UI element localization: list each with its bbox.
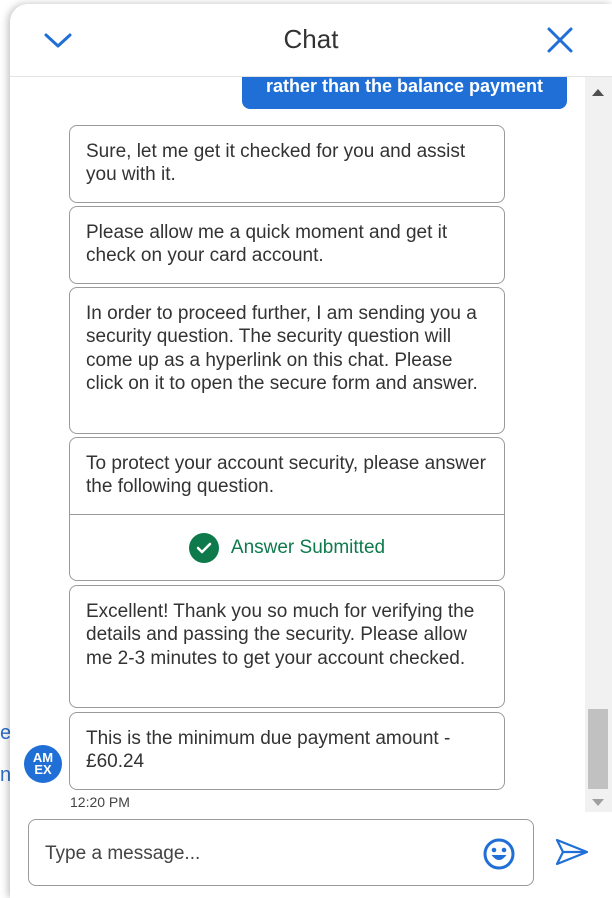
chat-window: Chat rather than the balance payment Sur… bbox=[10, 4, 612, 898]
agent-message: Sure, let me get it checked for you and … bbox=[69, 125, 505, 203]
message-input[interactable] bbox=[43, 840, 467, 868]
close-icon bbox=[547, 27, 573, 53]
agent-message: Please allow me a quick moment and get i… bbox=[69, 206, 505, 284]
scroll-down-arrow-icon[interactable] bbox=[592, 799, 604, 806]
checkmark-icon bbox=[188, 532, 219, 563]
send-icon bbox=[555, 838, 589, 866]
emoji-button[interactable] bbox=[483, 838, 515, 870]
security-prompt: To protect your account security, please… bbox=[70, 438, 504, 515]
avatar: AM EX bbox=[24, 745, 62, 783]
agent-message: In order to proceed further, I am sendin… bbox=[69, 287, 505, 434]
message-composer bbox=[28, 819, 534, 886]
user-message: rather than the balance payment bbox=[242, 77, 567, 109]
close-button[interactable] bbox=[540, 20, 580, 60]
smiley-icon bbox=[483, 838, 515, 870]
chat-title: Chat bbox=[283, 24, 339, 54]
scroll-up-arrow-icon[interactable] bbox=[592, 89, 604, 96]
chat-header: Chat bbox=[10, 4, 612, 77]
chat-scrollbar[interactable] bbox=[585, 77, 612, 812]
agent-message: This is the minimum due payment amount -… bbox=[69, 712, 505, 790]
message-timestamp: 12:20 PM bbox=[70, 794, 130, 810]
agent-message: Excellent! Thank you so much for verifyi… bbox=[69, 585, 505, 708]
avatar-logo-text: EX bbox=[34, 762, 52, 777]
security-question-card[interactable]: To protect your account security, please… bbox=[69, 437, 505, 581]
security-status-label: Answer Submitted bbox=[230, 536, 386, 558]
send-button[interactable] bbox=[554, 836, 590, 868]
scrollbar-thumb[interactable] bbox=[588, 709, 608, 789]
security-status: Answer Submitted bbox=[70, 515, 504, 580]
message-list[interactable]: rather than the balance payment Sure, le… bbox=[10, 77, 585, 812]
